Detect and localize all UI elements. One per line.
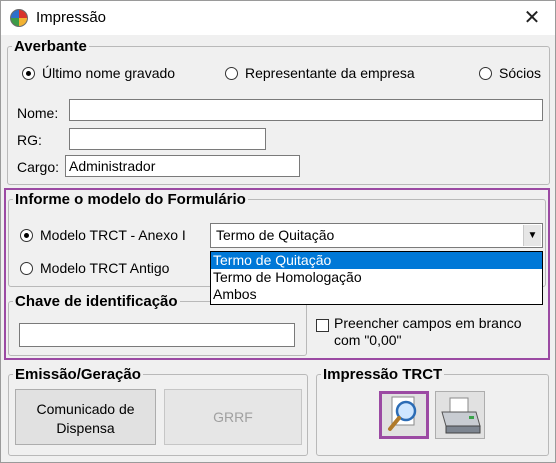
- dropdown-item-homologacao[interactable]: Termo de Homologação: [211, 269, 542, 286]
- radio-trct-anexo[interactable]: Modelo TRCT - Anexo I: [20, 227, 186, 243]
- comunicado-line2: Dispensa: [56, 420, 115, 436]
- checkbox-label-line1: Preencher campos em branco: [334, 315, 522, 331]
- close-button[interactable]: ✕: [509, 1, 555, 35]
- cargo-label: Cargo:: [17, 159, 60, 175]
- print-button[interactable]: [435, 391, 485, 439]
- grrf-button[interactable]: GRRF: [164, 389, 302, 445]
- title-bar: Impressão ✕: [1, 1, 555, 35]
- radio-socios-label: Sócios: [499, 65, 542, 81]
- combo-value: Termo de Quitação: [216, 227, 335, 243]
- preview-button[interactable]: [379, 391, 429, 439]
- dropdown-item-ambos[interactable]: Ambos: [211, 286, 542, 303]
- comunicado-dispensa-button[interactable]: Comunicado de Dispensa: [15, 389, 156, 445]
- chevron-down-icon[interactable]: ▼: [523, 225, 541, 246]
- radio-trct-antigo-label: Modelo TRCT Antigo: [40, 260, 170, 276]
- formulario-legend: Informe o modelo do Formulário: [15, 191, 246, 208]
- radio-trct-anexo-label: Modelo TRCT - Anexo I: [40, 227, 186, 243]
- impressao-legend: Impressão TRCT: [323, 366, 443, 383]
- averbante-legend: Averbante: [14, 38, 87, 55]
- chave-legend: Chave de identificação: [15, 293, 178, 310]
- rg-field[interactable]: [69, 128, 266, 150]
- modelo-combo[interactable]: Termo de Quitação ▼: [210, 223, 543, 248]
- radio-dot: [22, 66, 35, 80]
- radio-dot: [225, 66, 238, 80]
- print-dialog: Impressão ✕ Averbante Último nome gravad…: [0, 0, 556, 463]
- chave-field[interactable]: [19, 323, 295, 347]
- radio-ultimo-nome[interactable]: Último nome gravado: [22, 65, 175, 81]
- radio-trct-antigo[interactable]: Modelo TRCT Antigo: [20, 260, 169, 276]
- printer-icon: [441, 397, 481, 434]
- nome-label: Nome:: [17, 105, 59, 121]
- radio-representante[interactable]: Representante da empresa: [225, 65, 415, 81]
- comunicado-line1: Comunicado de: [36, 401, 135, 417]
- radio-dot: [20, 261, 33, 275]
- radio-dot: [479, 66, 492, 80]
- app-icon: [10, 9, 28, 27]
- magnifier-icon: [388, 396, 417, 431]
- nome-field[interactable]: [69, 99, 543, 121]
- preencher-checkbox[interactable]: [316, 319, 329, 332]
- dropdown-item-quitacao[interactable]: Termo de Quitação: [211, 252, 542, 269]
- radio-ultimo-nome-label: Último nome gravado: [42, 65, 176, 81]
- checkbox-label-line2: com "0,00": [334, 332, 402, 348]
- emissao-legend: Emissão/Geração: [15, 366, 141, 383]
- impressao-group: Impressão TRCT: [316, 366, 549, 456]
- radio-dot: [20, 228, 33, 242]
- cargo-field[interactable]: Administrador: [65, 155, 300, 177]
- rg-label: RG:: [17, 132, 42, 148]
- window-title: Impressão: [36, 9, 107, 26]
- radio-socios[interactable]: Sócios: [479, 65, 541, 81]
- preencher-checkbox-label: Preencher campos em branco com "0,00": [334, 315, 549, 349]
- radio-representante-label: Representante da empresa: [245, 65, 415, 81]
- modelo-dropdown-list: Termo de Quitação Termo de Homologação A…: [210, 251, 543, 305]
